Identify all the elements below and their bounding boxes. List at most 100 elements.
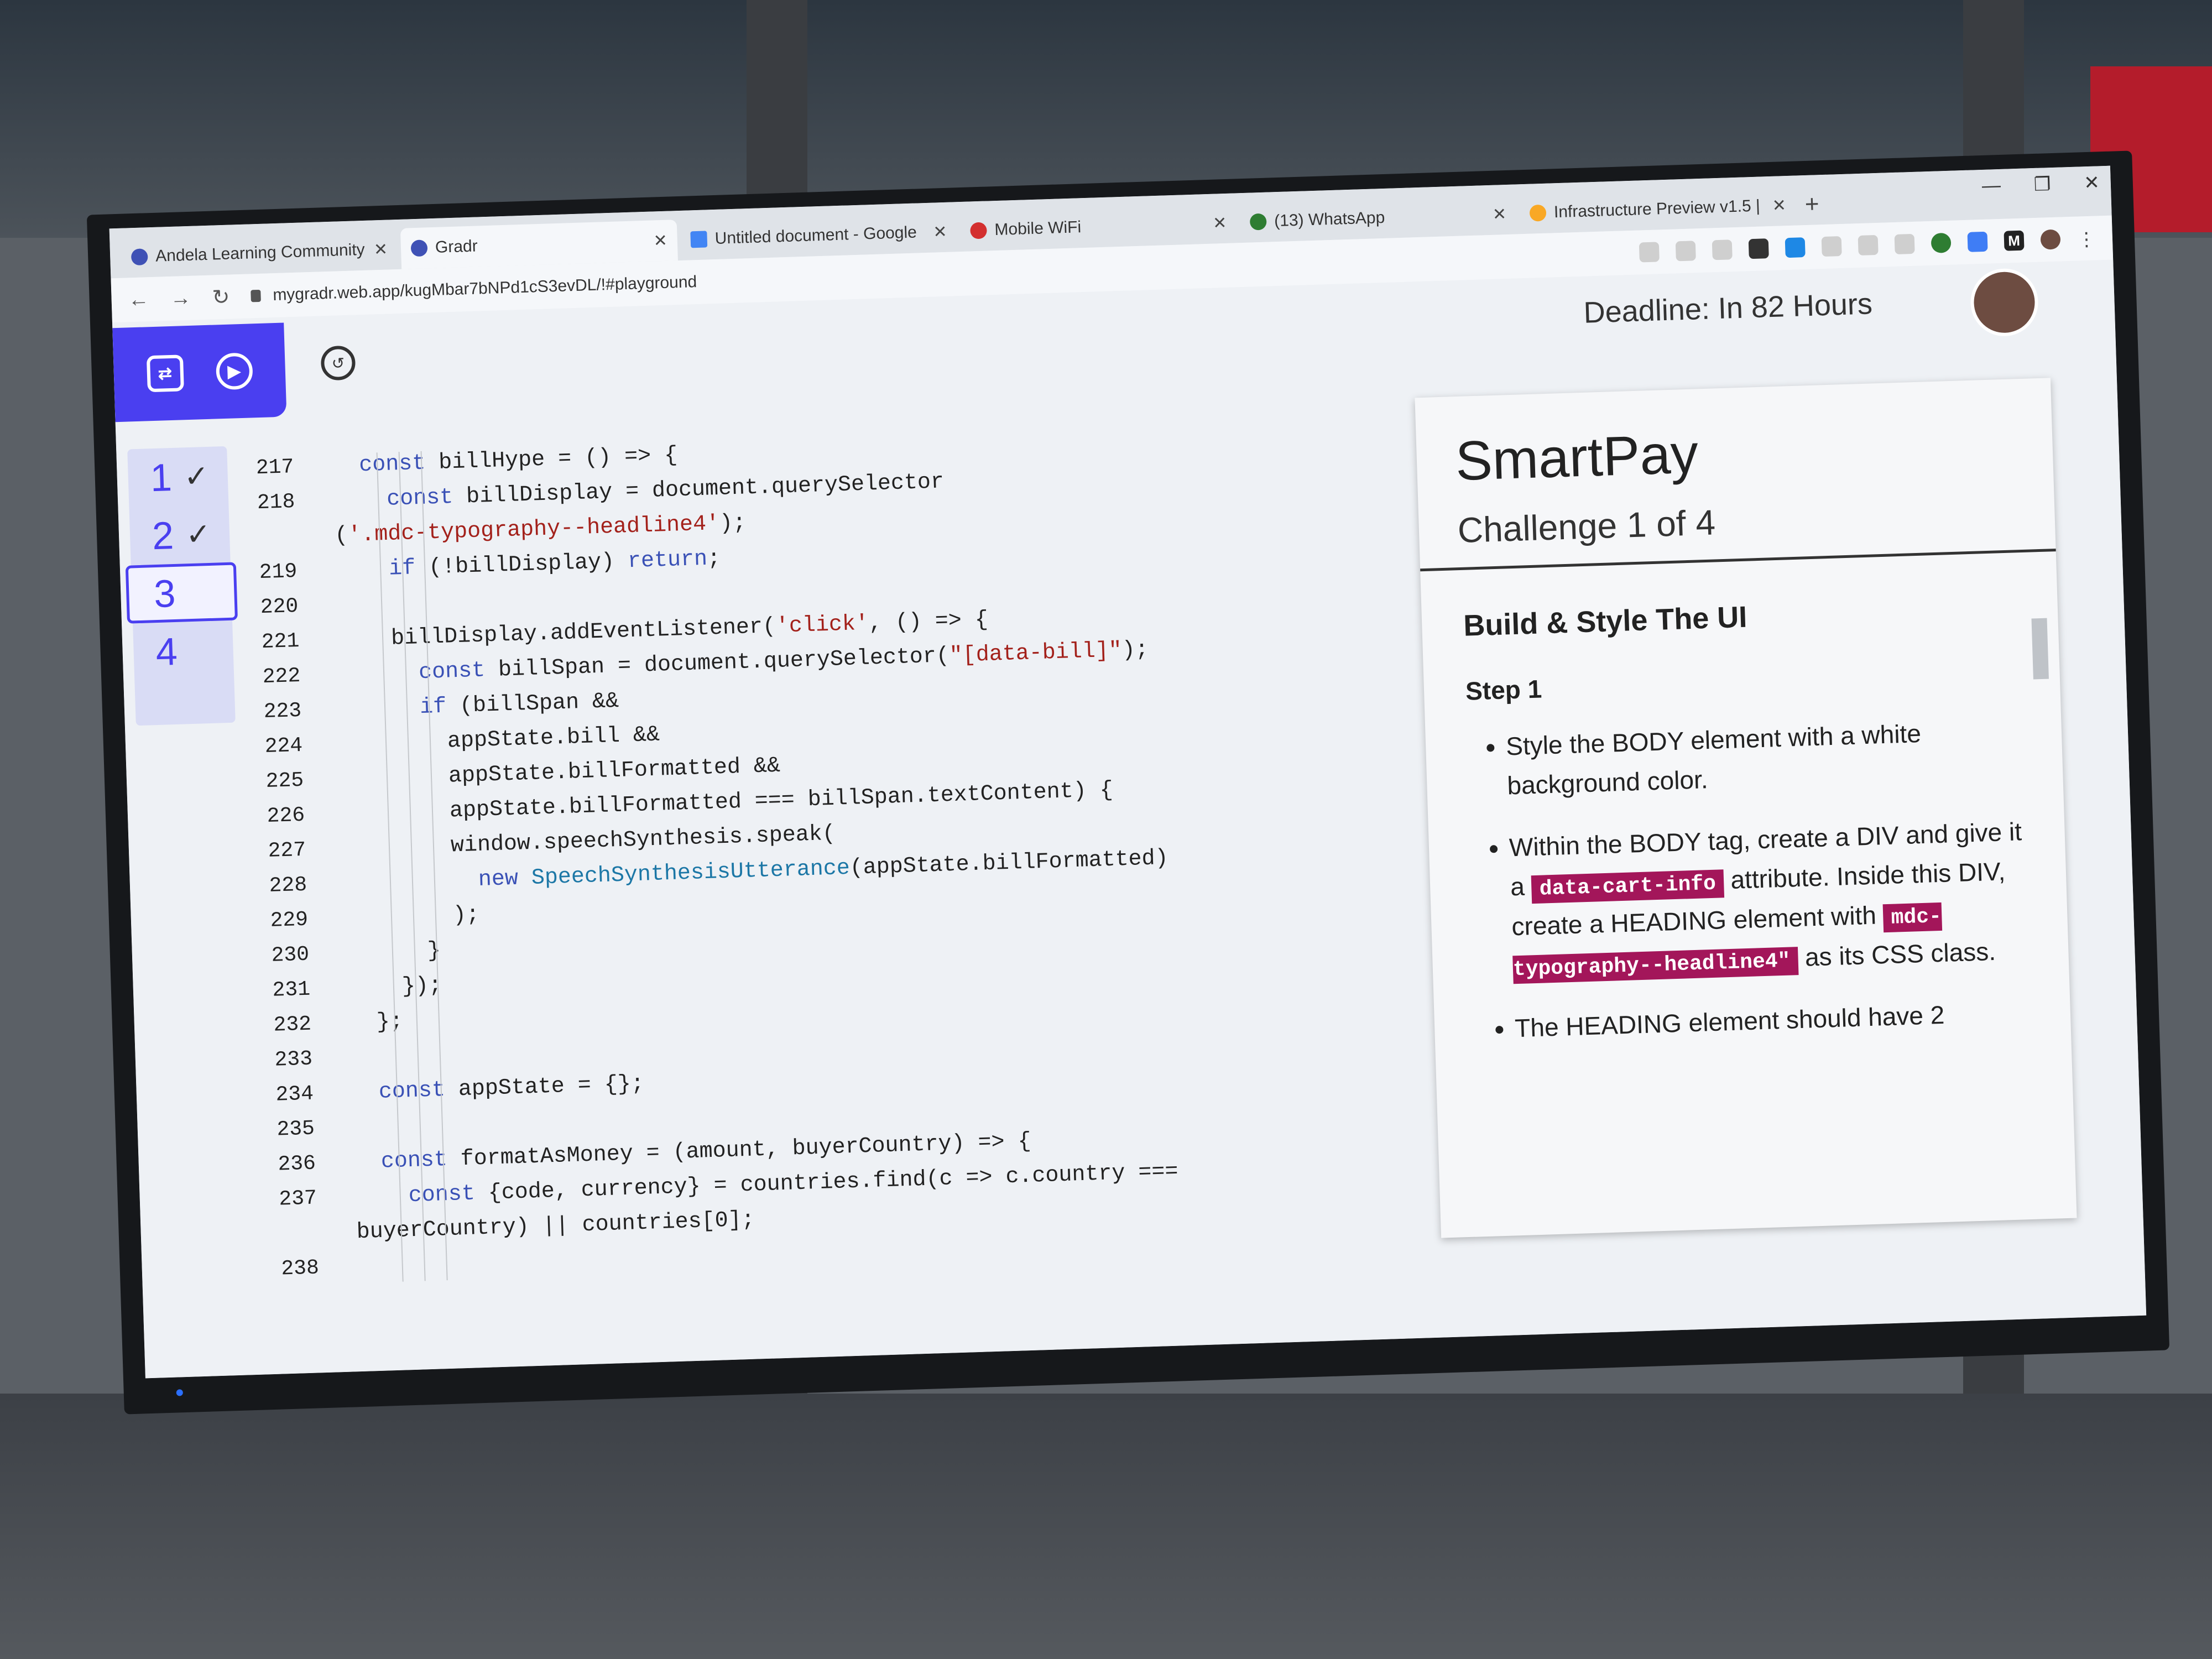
zoom-icon[interactable] [1675,241,1696,262]
extension-m-icon[interactable]: M [2004,230,2025,251]
section-heading: Build & Style The UI [1463,600,1748,643]
challenge-progress: Challenge 1 of 4 [1457,502,1716,551]
instruction-item: The HEADING element should have 2 [1514,992,2032,1048]
extension-box-icon[interactable] [1858,234,1879,256]
tab-favicon-icon [690,231,708,248]
extension-circle-icon[interactable] [1894,233,1915,254]
code-line[interactable]: }); [348,973,442,1001]
tab-title: Infrastructure Preview v1.5 | [1553,196,1761,222]
back-arrow-icon[interactable]: ← [128,288,149,312]
extensions-bar: M ⋮ [1639,228,2096,263]
profile-avatar-icon[interactable] [2040,229,2061,250]
extension-gray-icon[interactable] [1821,236,1842,257]
code-line[interactable]: buyerCountry) || countries[0]; [356,1208,755,1245]
step-number: 4 [155,629,178,674]
line-number: 219 [259,560,298,585]
power-led [176,1389,183,1396]
challenge-header: SmartPay Challenge 1 of 4 [1415,378,2056,572]
instruction-item: Within the BODY tag, create a DIV and gi… [1509,812,2031,987]
extension-green-icon[interactable] [1931,232,1952,253]
extension-blue-icon[interactable] [1785,237,1806,258]
tab-favicon-icon [131,248,148,266]
extension-video-icon[interactable] [1967,231,1988,252]
code-line[interactable]: const billDisplay = document.querySelect… [333,469,945,514]
history-icon[interactable]: ↺ [320,345,356,381]
line-number: 224 [264,733,303,759]
avatar[interactable] [1969,267,2039,337]
play-icon[interactable]: ▶ [215,352,253,390]
close-tab-icon[interactable]: ✕ [1213,213,1227,233]
line-number: 218 [257,490,295,515]
maximize-icon[interactable]: ❐ [2033,173,2051,196]
tab-favicon-icon [410,239,428,257]
line-number [262,1221,317,1223]
line-number: 225 [265,768,304,794]
challenge-panel: SmartPay Challenge 1 of 4 Build & Style … [1415,378,2077,1238]
line-number: 238 [280,1256,320,1281]
tab-title: Untitled document - Google [714,223,917,248]
line-number: 217 [255,455,295,481]
check-icon: ✓ [183,459,210,494]
step-number: 3 [153,571,176,615]
close-tab-icon[interactable]: ✕ [653,231,667,251]
room-floor [0,1394,2212,1659]
line-number: 232 [273,1012,312,1037]
editor-toolbar: ⇄ ▶ [112,322,287,422]
tab-title: Mobile WiFi [994,218,1082,239]
code-line[interactable]: const billHype = () => { [332,443,678,479]
tab-favicon-icon [970,222,987,239]
menu-dots-icon[interactable]: ⋮ [2077,228,2096,251]
line-number: 229 [270,907,309,933]
code-line[interactable]: if (billSpan && [340,689,619,723]
reload-icon[interactable]: ↻ [212,284,230,310]
code-line[interactable]: appState.bill && [341,723,660,758]
line-number: 237 [278,1186,317,1212]
challenge-title: SmartPay [1454,422,1699,493]
line-number: 235 [276,1117,315,1142]
bookmark-star-icon[interactable] [1712,239,1733,260]
lock-icon [251,289,261,302]
scrollbar-thumb[interactable] [2031,618,2049,680]
line-number: 223 [263,698,302,724]
step-item-2[interactable]: 2 ✓ [129,504,230,566]
challenge-instructions[interactable]: Build & Style The UI Step 1 Style the BO… [1420,551,2077,1246]
code-line[interactable]: } [347,938,441,966]
step-item-4[interactable]: 4 [133,620,234,682]
line-number: 236 [277,1151,316,1177]
extension-shield-icon[interactable] [1748,238,1769,259]
monitor: Andela Learning Community ✕ Gradr ✕ Unti… [86,150,2170,1415]
close-tab-icon[interactable]: ✕ [1772,196,1786,216]
step-item-1[interactable]: 1 ✓ [127,446,228,508]
tab-title: Andela Learning Community [155,240,366,265]
instruction-text: The HEADING element should have 2 [1514,1000,1945,1042]
code-line[interactable]: if (!billDisplay) return; [336,546,721,583]
forward-arrow-icon[interactable]: → [170,286,191,310]
add-icon[interactable] [1639,242,1660,263]
close-tab-icon[interactable]: ✕ [1492,205,1506,225]
instruction-item: Style the BODY element with a white back… [1505,711,2025,806]
step-number: 1 [149,455,173,499]
line-number: 226 [267,803,305,828]
line-number: 222 [262,664,301,690]
window-controls: — ❐ ✕ [1981,171,2100,197]
step-heading: Step 1 [1465,674,1542,706]
step-number: 2 [151,513,175,557]
code-line[interactable]: ('.mdc-typography--headline4'); [335,510,747,548]
close-tab-icon[interactable]: ✕ [373,239,388,259]
code-toggle-icon[interactable]: ⇄ [146,354,184,393]
code-editor[interactable]: 217 const billHype = () => { 218 const bi… [238,409,1428,1374]
line-number: 227 [268,838,306,863]
step-item-3-current[interactable]: 3 [125,562,238,624]
close-window-icon[interactable]: ✕ [2084,171,2100,194]
check-icon: ✓ [185,517,212,552]
gradr-app: ⇄ ▶ ↺ Deadline: In 82 Hours 1 ✓ 2 ✓ 3 4 … [112,259,2147,1379]
deadline-label: Deadline: In 82 Hours [1583,287,1873,330]
tab-title: (13) WhatsApp [1274,208,1385,231]
line-number: 233 [274,1047,313,1072]
close-tab-icon[interactable]: ✕ [933,222,947,242]
code-line[interactable]: window.speechSynthesis.speak( [344,822,836,862]
minimize-icon[interactable]: — [1981,175,2001,197]
code-highlight: data-cart-info [1531,869,1724,904]
new-tab-button[interactable]: + [1804,190,1819,218]
instruction-text: as its CSS class. [1804,936,1996,972]
